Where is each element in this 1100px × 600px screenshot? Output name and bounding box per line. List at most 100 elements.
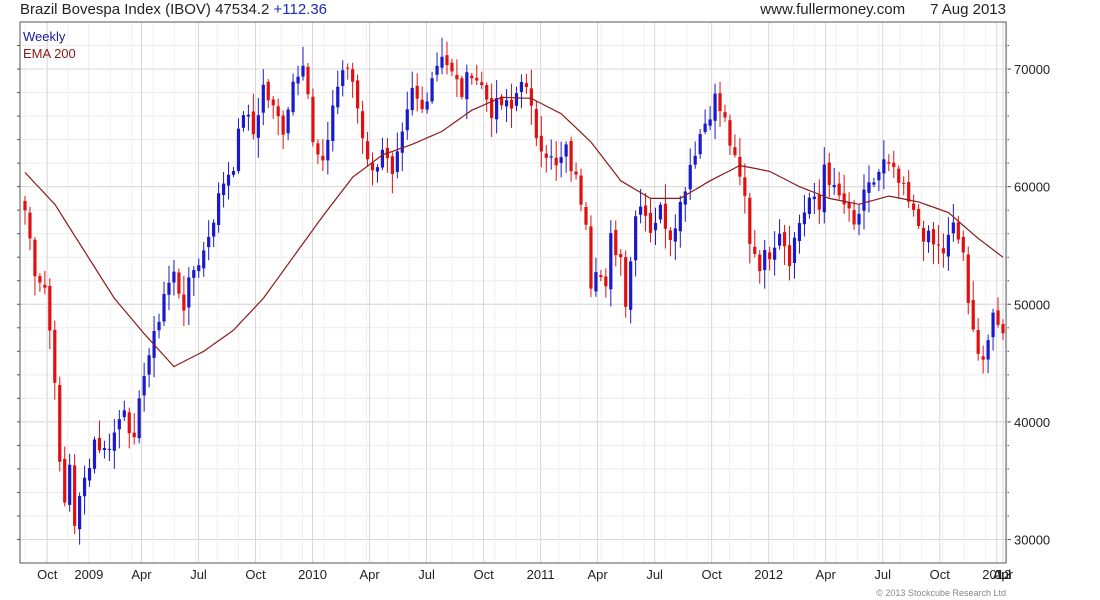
candle-body: [882, 159, 886, 174]
candle-body: [792, 237, 797, 264]
candle-body: [33, 239, 37, 277]
candle-body: [316, 143, 320, 155]
candle-body: [286, 109, 290, 134]
candle-body: [127, 412, 131, 434]
candle-body: [926, 230, 931, 243]
copyright-notice: © 2013 Stockcube Research Ltd: [876, 588, 1006, 598]
candle-body: [564, 144, 568, 157]
candle-body: [832, 185, 836, 188]
x-tick-label: Apr: [359, 567, 380, 582]
candle-body: [614, 229, 618, 256]
candle-body: [296, 76, 300, 84]
candle-body: [182, 294, 186, 311]
candle-body: [445, 55, 449, 66]
candle-body: [450, 62, 454, 72]
candle-body: [579, 175, 583, 205]
candle-body: [281, 115, 285, 135]
candle-body: [921, 228, 926, 242]
candle-body: [574, 171, 578, 175]
candle-body: [539, 135, 543, 152]
candle-body: [683, 191, 687, 205]
candle-body: [976, 330, 980, 354]
candle-body: [480, 82, 484, 86]
x-tick-label: 2011: [527, 567, 555, 582]
candle-body: [495, 98, 499, 120]
candle-body: [549, 156, 553, 158]
candle-body: [668, 230, 672, 241]
candle-body: [758, 254, 762, 272]
candle-body: [773, 247, 777, 260]
y-tick-label: 50000: [1014, 297, 1050, 312]
candle-body: [231, 171, 236, 175]
candle-body: [653, 222, 658, 231]
candle-body: [1001, 324, 1005, 334]
candle-body: [971, 300, 975, 330]
candle-body: [872, 182, 876, 185]
candle-body: [102, 448, 107, 451]
candle-body: [246, 114, 251, 117]
candle-body: [777, 233, 782, 246]
candle-body: [877, 171, 881, 181]
candle-body: [276, 106, 280, 117]
candle-body: [529, 88, 533, 106]
candle-body: [634, 216, 638, 261]
candle-body: [648, 212, 653, 233]
candle-body: [534, 109, 538, 139]
candle-body: [425, 101, 429, 110]
x-tick-label: Jul: [995, 567, 1012, 582]
candle-body: [187, 277, 191, 308]
candle-body: [738, 156, 742, 177]
x-tick-label: Apr: [587, 567, 608, 582]
candle-body: [519, 81, 524, 92]
candle-body: [966, 254, 970, 303]
candle-body: [197, 265, 201, 272]
candle-body: [708, 119, 712, 126]
candle-body: [410, 87, 414, 111]
candle-body: [147, 355, 151, 375]
candle-body: [48, 285, 52, 331]
x-tick-label: Jul: [874, 567, 891, 582]
ema-200-line: [24, 96, 1004, 368]
candle-body: [43, 284, 47, 288]
x-tick-label: Jul: [418, 567, 435, 582]
candle-body: [470, 75, 474, 79]
candle-body: [226, 174, 231, 186]
candle-body: [753, 246, 757, 254]
candle-body: [584, 207, 588, 225]
candle-body: [782, 232, 787, 247]
candle-body: [802, 212, 807, 225]
candle-body: [82, 477, 87, 497]
x-tick-label: Oct: [37, 567, 58, 582]
candle-body: [390, 156, 394, 175]
candle-body: [807, 197, 811, 214]
candle-body: [107, 448, 111, 450]
candle-body: [311, 96, 315, 143]
candle-body: [569, 140, 573, 172]
candle-body: [162, 294, 166, 322]
x-tick-label: 2012: [754, 567, 783, 582]
legend-weekly: Weekly: [23, 29, 66, 44]
candle-body: [544, 153, 548, 158]
candle-body: [485, 85, 489, 100]
candle-body: [956, 222, 960, 240]
candle-body: [435, 65, 439, 75]
x-tick-label: Oct: [245, 567, 266, 582]
price-chart: 30000 40000 50000 60000 70000 Oct 2009 Apr Jul Oc…: [17, 21, 1050, 582]
candle-body: [380, 149, 385, 168]
candle-body: [594, 272, 598, 292]
y-tick-label: 40000: [1014, 415, 1050, 430]
candle-body: [167, 282, 171, 295]
x-tick-label: Jul: [190, 567, 207, 582]
candle-body: [291, 81, 295, 113]
candle-body: [346, 67, 350, 69]
candle-body: [917, 209, 921, 226]
candle-body: [887, 162, 891, 164]
candle-body: [996, 310, 1000, 325]
candle-body: [852, 210, 856, 225]
candle-body: [53, 329, 57, 383]
candle-body: [122, 410, 126, 418]
candle-body: [360, 111, 365, 139]
candle-body: [212, 222, 216, 237]
candle-body: [351, 69, 355, 82]
candle-body: [395, 151, 399, 172]
